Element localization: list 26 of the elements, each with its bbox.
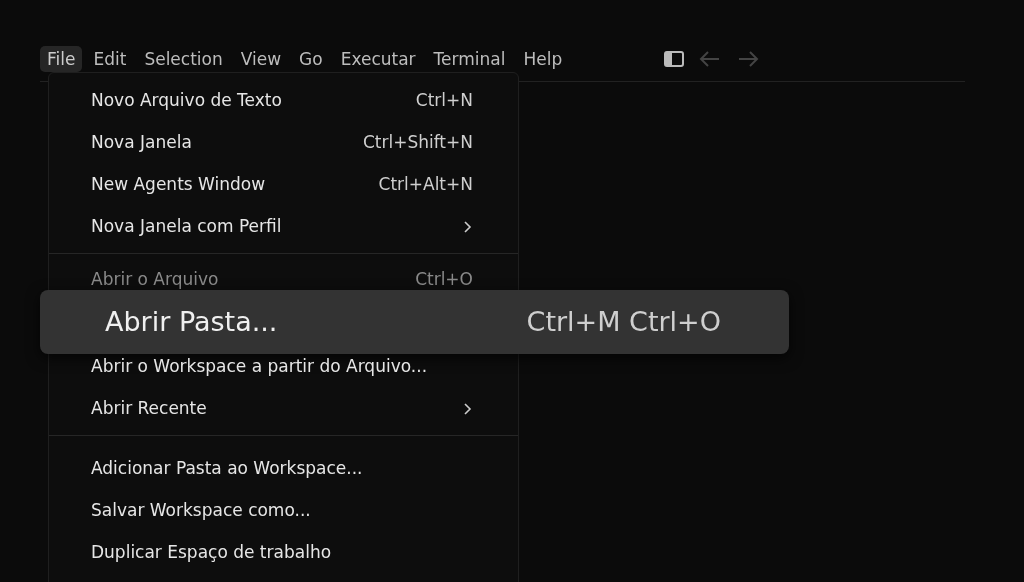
sidebar-toggle-icon[interactable]	[663, 50, 686, 68]
menu-item[interactable]: Abrir o Arquivo	[91, 269, 219, 290]
menu-item[interactable]: Adicionar Pasta ao Workspace...	[91, 456, 363, 482]
menu-item[interactable]: Nova Janela	[91, 130, 192, 156]
menu-item[interactable]: Abrir Recente	[91, 396, 207, 422]
menu-item[interactable]: Nova Janela com Perfil	[91, 214, 282, 240]
shortcut-label[interactable]: Ctrl+Shift+N	[362, 130, 473, 156]
shortcut-label[interactable]: Ctrl+N	[415, 88, 473, 114]
menu-item[interactable]: Novo Arquivo de Texto	[91, 88, 282, 114]
menu-item[interactable]: Selection	[137, 45, 230, 73]
menu-item[interactable]: Salvar Workspace como...	[91, 498, 311, 524]
menu-item[interactable]: View	[233, 45, 289, 73]
zoomed-menu-item[interactable]: Abrir Pasta... Ctrl+M Ctrl+O	[40, 290, 789, 354]
menu-item[interactable]: Executar	[333, 45, 423, 73]
shortcut-label: Ctrl+M Ctrl+O	[526, 304, 721, 339]
menu-item[interactable]: Abrir o Workspace a partir do Arquivo...	[91, 354, 428, 380]
menu-item[interactable]: New Agents Window	[91, 172, 266, 198]
menu-item[interactable]: Help	[516, 45, 570, 73]
shortcut-label[interactable]: Ctrl+Alt+N	[378, 172, 473, 198]
shortcut-label[interactable]: Ctrl+O	[415, 269, 473, 290]
menu-item[interactable]: Go	[292, 45, 330, 73]
item-label: Abrir Pasta...	[105, 304, 278, 339]
menu-item[interactable]: Duplicar Espaço de trabalho	[91, 540, 332, 566]
menu-item[interactable]: Edit	[86, 45, 134, 73]
menu-item[interactable]: Terminal	[426, 45, 513, 73]
menu-item[interactable]: File	[40, 45, 83, 73]
